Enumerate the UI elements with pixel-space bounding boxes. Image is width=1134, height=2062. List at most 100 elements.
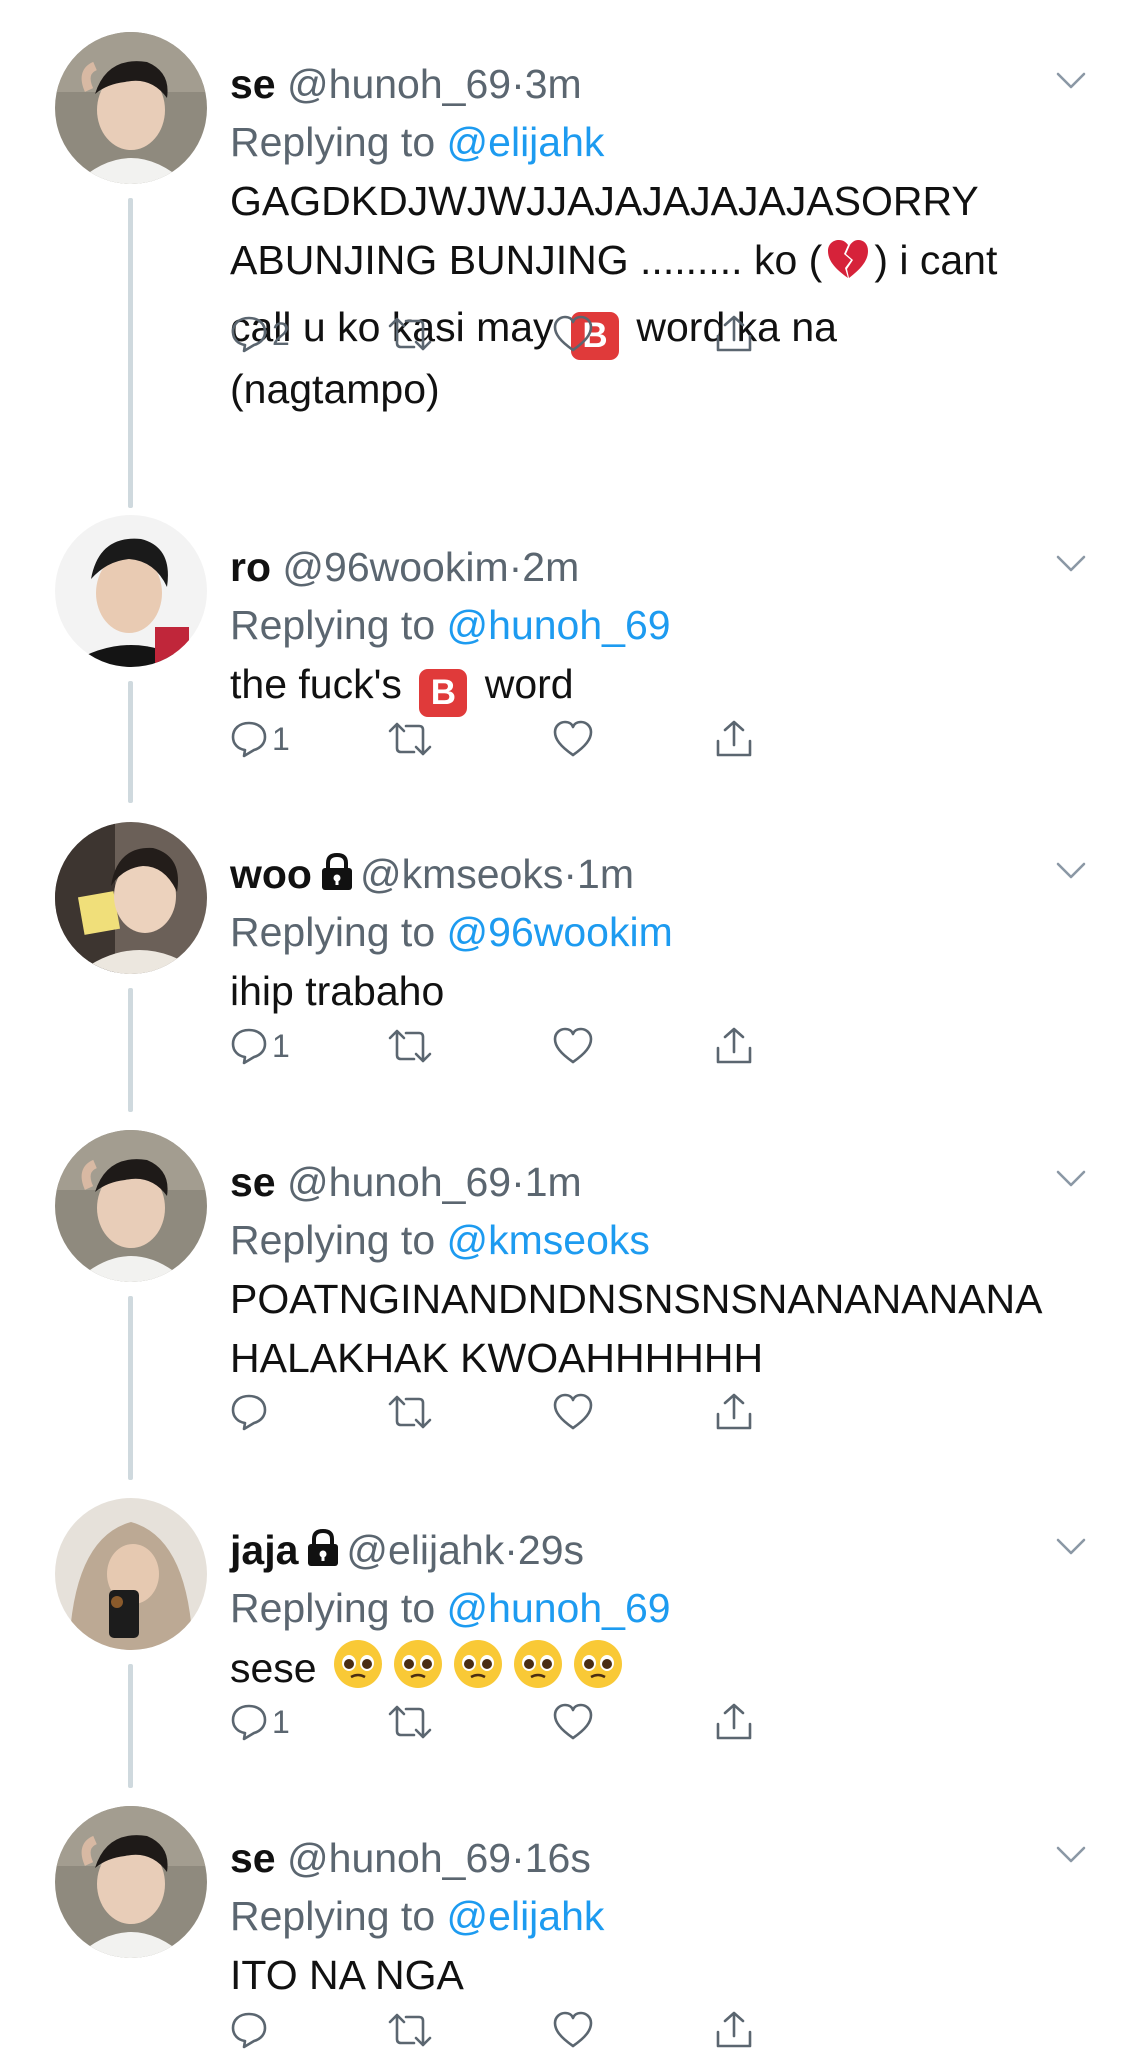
chevron-down-icon[interactable] (1056, 72, 1086, 90)
tweet[interactable]: jaja @elijahk·29s Replying to @hunoh_69 s… (0, 1498, 1134, 1798)
avatar[interactable] (55, 1130, 207, 1282)
like-button[interactable] (552, 306, 598, 362)
replying-to-label: Replying to (230, 119, 436, 165)
separator-dot: · (511, 1159, 525, 1205)
user-handle[interactable]: @hunoh_69 (287, 1159, 511, 1205)
tweet[interactable]: ro @96wookim·2m Replying to @hunoh_69 th… (0, 515, 1134, 815)
chevron-down-icon[interactable] (1056, 555, 1086, 573)
avatar[interactable] (55, 32, 207, 184)
user-handle[interactable]: @hunoh_69 (287, 61, 511, 107)
timestamp[interactable]: 1m (577, 851, 634, 897)
like-button[interactable] (552, 1384, 598, 1440)
reply-icon (231, 721, 267, 758)
separator-dot: · (563, 851, 578, 897)
mention-link[interactable]: @hunoh_69 (447, 1585, 671, 1631)
share-button[interactable] (714, 1384, 754, 1440)
tweet[interactable]: woo @kmseoks·1m Replying to @96wookim ihi… (0, 822, 1134, 1122)
broken-heart-emoji (826, 238, 870, 298)
reply-button[interactable]: 1 (230, 711, 290, 767)
display-name[interactable]: se (230, 1835, 276, 1881)
chevron-down-icon[interactable] (1056, 1170, 1086, 1188)
display-name[interactable]: se (230, 1159, 276, 1205)
like-button[interactable] (552, 2002, 598, 2058)
chevron-down-icon[interactable] (1056, 862, 1086, 880)
display-name[interactable]: ro (230, 544, 271, 590)
share-button[interactable] (714, 2002, 754, 2058)
timestamp[interactable]: 3m (525, 61, 582, 107)
mention-link[interactable]: @elijahk (447, 1893, 605, 1939)
avatar[interactable] (55, 1806, 207, 1958)
replying-to: Replying to @elijahk (230, 114, 604, 170)
reply-thread: se @hunoh_69·3m Replying to @elijahk GAG… (0, 0, 1134, 2049)
tweet-header: se @hunoh_69·16s (230, 1830, 591, 1886)
user-handle[interactable]: @96wookim (282, 544, 508, 590)
reply-button[interactable]: 1 (230, 1694, 290, 1750)
retweet-button[interactable] (388, 1384, 436, 1440)
user-handle[interactable]: @elijahk (346, 1527, 504, 1573)
chevron-down-icon[interactable] (1056, 1538, 1086, 1556)
share-button[interactable] (714, 711, 754, 767)
replying-to-label: Replying to (230, 1217, 436, 1263)
share-button[interactable] (714, 1018, 754, 1074)
tweet-header: se @hunoh_69·1m (230, 1154, 582, 1210)
reply-count: 1 (272, 1703, 290, 1740)
share-button[interactable] (714, 1694, 754, 1750)
like-button[interactable] (552, 1018, 598, 1074)
timestamp[interactable]: 29s (518, 1527, 584, 1573)
mention-link[interactable]: @elijahk (447, 119, 605, 165)
reply-icon (231, 1704, 267, 1741)
timestamp[interactable]: 2m (522, 544, 579, 590)
display-name[interactable]: jaja (230, 1527, 298, 1573)
like-button[interactable] (552, 1694, 598, 1750)
avatar-image (55, 32, 207, 184)
reply-button[interactable]: 1 (230, 1018, 290, 1074)
retweet-button[interactable] (388, 1694, 436, 1750)
lock-icon (308, 1528, 339, 1566)
replying-to-label: Replying to (230, 1585, 436, 1631)
avatar[interactable] (55, 822, 207, 974)
b-button-emoji: B (419, 669, 468, 717)
display-name[interactable]: se (230, 61, 276, 107)
share-icon (716, 720, 752, 757)
reply-button[interactable] (230, 2002, 272, 2058)
retweet-button[interactable] (388, 711, 436, 767)
timestamp[interactable]: 1m (525, 1159, 582, 1205)
share-button[interactable] (714, 306, 754, 362)
tweet-text-part: the fuck's (230, 661, 402, 707)
avatar[interactable] (55, 515, 207, 667)
retweet-button[interactable] (388, 306, 436, 362)
tweet-header: se @hunoh_69·3m (230, 56, 582, 112)
timestamp[interactable]: 16s (525, 1835, 591, 1881)
like-button[interactable] (552, 711, 598, 767)
share-icon (716, 1703, 752, 1740)
retweet-icon (388, 1029, 432, 1063)
tweet-actions (230, 2002, 930, 2062)
mention-link[interactable]: @hunoh_69 (447, 602, 671, 648)
tweet[interactable]: se @hunoh_69·16s Replying to @elijahk IT… (0, 1806, 1134, 2049)
thread-connector (128, 198, 133, 508)
replying-to-label: Replying to (230, 1893, 436, 1939)
avatar[interactable] (55, 1498, 207, 1650)
retweet-button[interactable] (388, 1018, 436, 1074)
reply-button[interactable]: 2 (230, 306, 290, 362)
mention-link[interactable]: @kmseoks (447, 1217, 650, 1263)
retweet-icon (388, 2013, 432, 2047)
reply-button[interactable] (230, 1384, 272, 1440)
user-handle[interactable]: @hunoh_69 (287, 1835, 511, 1881)
heart-icon (553, 315, 593, 352)
tweet[interactable]: se @hunoh_69·1m Replying to @kmseoks POA… (0, 1130, 1134, 1490)
share-icon (716, 1393, 752, 1430)
retweet-button[interactable] (388, 2002, 436, 2058)
tweet-header: woo @kmseoks·1m (230, 846, 634, 902)
replying-to-label: Replying to (230, 909, 436, 955)
tweet-header: ro @96wookim·2m (230, 539, 579, 595)
replying-to: Replying to @hunoh_69 (230, 1580, 671, 1636)
chevron-down-icon[interactable] (1056, 1846, 1086, 1864)
display-name[interactable]: woo (230, 851, 312, 897)
reply-count: 2 (272, 315, 290, 352)
user-handle[interactable]: @kmseoks (360, 851, 563, 897)
tweet[interactable]: se @hunoh_69·3m Replying to @elijahk GAG… (0, 32, 1134, 512)
tweet-actions: 2 (230, 306, 930, 366)
mention-link[interactable]: @96wookim (447, 909, 673, 955)
reply-count: 1 (272, 720, 290, 757)
